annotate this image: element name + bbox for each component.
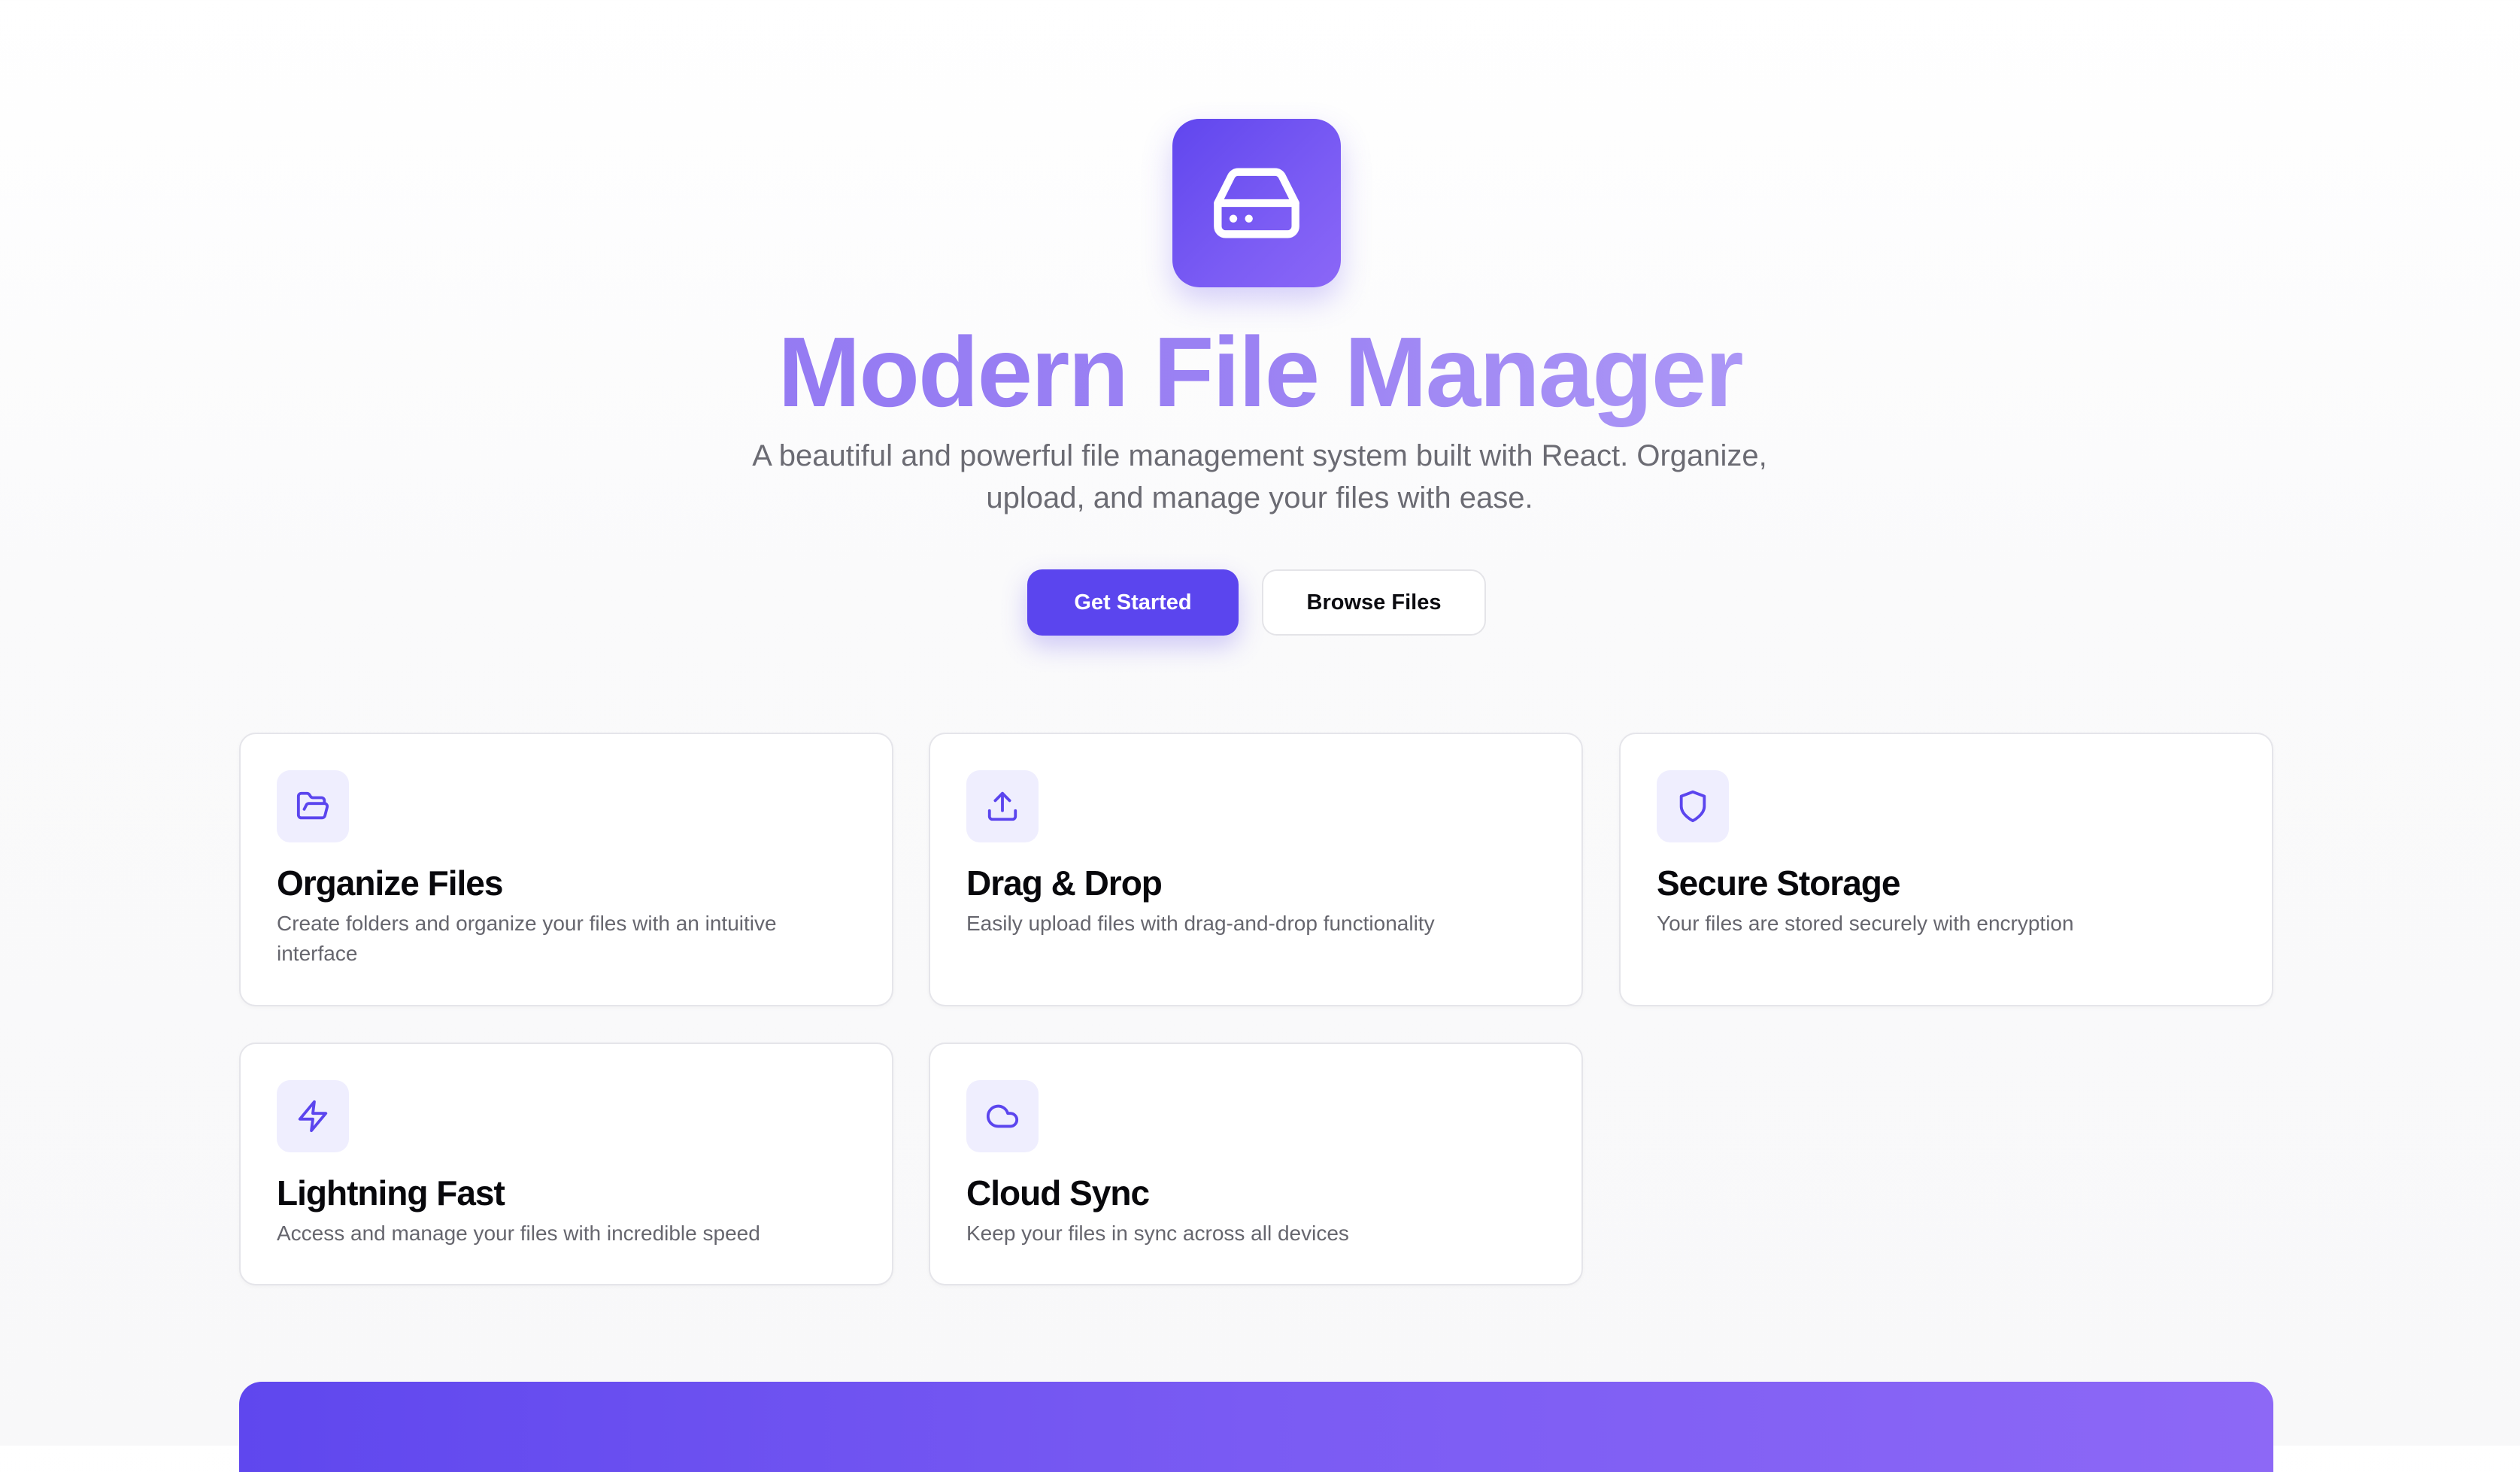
feature-title: Cloud Sync [966,1173,1150,1213]
get-started-button[interactable]: Get Started [1027,569,1239,636]
page-subtitle: A beautiful and powerful file management… [752,439,1767,514]
shield-icon [1657,770,1729,842]
feature-title: Drag & Drop [966,863,1163,903]
upload-icon [966,770,1039,842]
feature-card-drag-drop: Drag & Drop Easily upload files with dra… [929,733,1583,1006]
hard-drive-icon [1172,119,1341,287]
cta-banner [239,1382,2273,1472]
feature-description: Keep your files in sync across all devic… [966,1222,1349,1245]
zap-icon [277,1080,349,1152]
feature-title: Secure Storage [1657,863,1900,903]
feature-card-lightning-fast: Lightning Fast Access and manage your fi… [239,1043,893,1285]
feature-card-secure-storage: Secure Storage Your files are stored sec… [1619,733,2273,1006]
feature-description: Create folders and organize your files w… [277,912,777,965]
feature-description: Your files are stored securely with encr… [1657,912,2074,935]
feature-title: Organize Files [277,863,503,903]
feature-card-cloud-sync: Cloud Sync Keep your files in sync acros… [929,1043,1583,1285]
page-title: Modern File Manager [0,312,2520,432]
browse-files-button[interactable]: Browse Files [1262,569,1486,636]
cloud-icon [966,1080,1039,1152]
feature-title: Lightning Fast [277,1173,505,1213]
feature-card-organize-files: Organize Files Create folders and organi… [239,733,893,1006]
feature-description: Access and manage your files with incred… [277,1222,760,1245]
folder-open-icon [277,770,349,842]
feature-description: Easily upload files with drag-and-drop f… [966,912,1435,935]
